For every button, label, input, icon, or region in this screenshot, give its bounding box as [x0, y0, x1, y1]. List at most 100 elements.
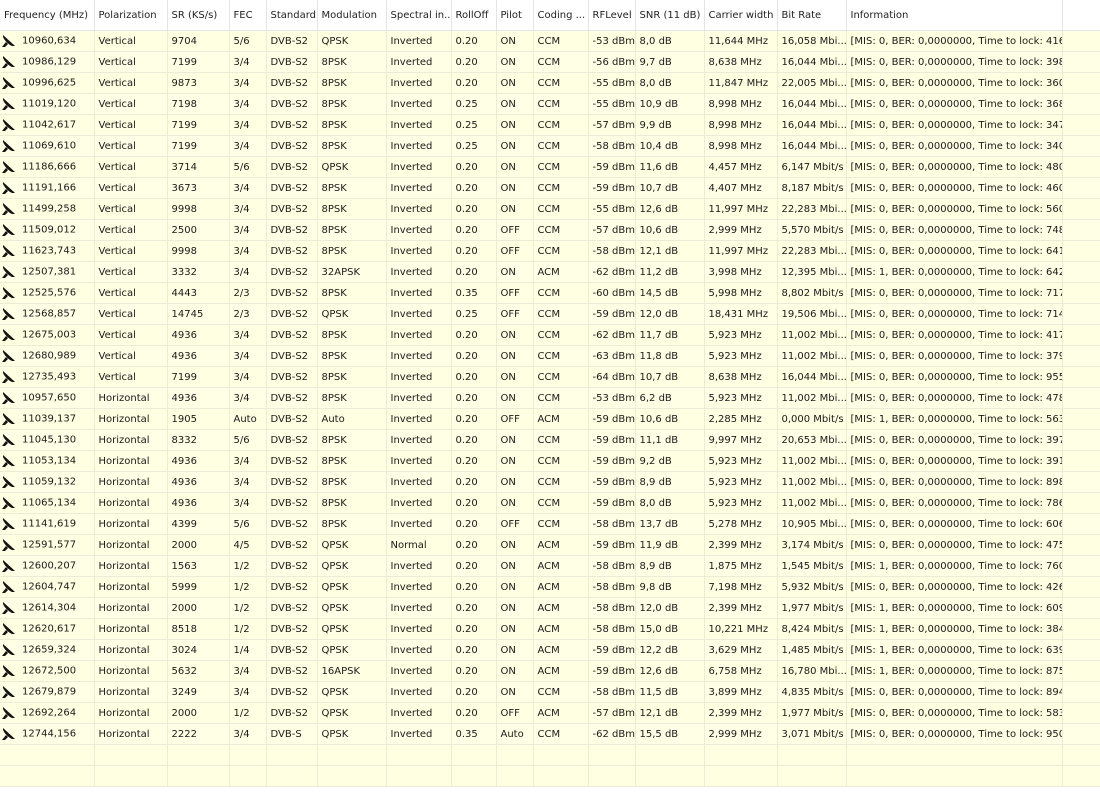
column-header[interactable]: Pilot	[496, 0, 534, 31]
satellite-dish-icon	[2, 728, 16, 740]
table-cell: 16APSK	[317, 660, 387, 682]
table-row[interactable]: 12675,003 Vertical 4936 3/4 DVB-S2 8PSK Invert…	[0, 324, 1100, 346]
table-cell: Auto	[496, 723, 534, 745]
frequency-cell: 10957,650	[0, 387, 95, 409]
table-cell: ON	[496, 429, 534, 451]
row-filler-cell	[1062, 198, 1100, 220]
table-row[interactable]: 11509,012 Vertical 2500 3/4 DVB-S2 8PSK Invert…	[0, 219, 1100, 241]
table-cell: 3,899 MHz	[704, 681, 778, 703]
table-cell: 3/4	[229, 660, 267, 682]
frequency-value: 11141,619	[22, 518, 77, 530]
table-cell: -53 dBm	[588, 30, 636, 52]
table-cell: [MIS: 0, BER: 0,0000000, Time to lock: 9…	[846, 723, 1063, 745]
column-header[interactable]: Spectral in...	[386, 0, 452, 31]
table-row[interactable]: 12672,500 Horizontal 5632 3/4 DVB-S2 16APSK In…	[0, 660, 1100, 682]
column-header[interactable]: Information	[846, 0, 1063, 31]
table-cell: 22,005 Mbi...	[777, 72, 847, 94]
table-row[interactable]: 11042,617 Vertical 7199 3/4 DVB-S2 8PSK Invert…	[0, 114, 1100, 136]
table-cell: 4936	[167, 492, 230, 514]
table-row[interactable]: 12525,576 Vertical 4443 2/3 DVB-S2 8PSK Invert…	[0, 282, 1100, 304]
table-row[interactable]: 11045,130 Horizontal 8332 5/6 DVB-S2 8PSK Inve…	[0, 429, 1100, 451]
table-cell: OFF	[496, 240, 534, 262]
table-row[interactable]: 11053,134 Horizontal 4936 3/4 DVB-S2 8PSK Inve…	[0, 450, 1100, 472]
row-filler-cell	[1062, 240, 1100, 262]
table-cell: [MIS: 0, BER: 0,0000000, Time to lock: 4…	[846, 156, 1063, 178]
table-row[interactable]: 10996,625 Vertical 9873 3/4 DVB-S2 8PSK Invert…	[0, 72, 1100, 94]
row-filler-cell	[1062, 114, 1100, 136]
table-cell: [MIS: 0, BER: 0,0000000, Time to lock: 6…	[846, 240, 1063, 262]
table-row[interactable]: 11191,166 Vertical 3673 3/4 DVB-S2 8PSK Invert…	[0, 177, 1100, 199]
table-row[interactable]: 12591,577 Horizontal 2000 4/5 DVB-S2 QPSK Norm…	[0, 534, 1100, 556]
table-row[interactable]: 12604,747 Horizontal 5999 1/2 DVB-S2 QPSK Inve…	[0, 576, 1100, 598]
row-filler-cell	[1062, 135, 1100, 157]
empty-cell	[266, 744, 318, 766]
table-row[interactable]: 12679,879 Horizontal 3249 3/4 DVB-S2 QPSK Inve…	[0, 681, 1100, 703]
table-cell: 8,9 dB	[635, 471, 705, 493]
table-row[interactable]: 11623,743 Vertical 9998 3/4 DVB-S2 8PSK Invert…	[0, 240, 1100, 262]
table-cell: 11,002 Mbi...	[777, 471, 847, 493]
table-row[interactable]: 12735,493 Vertical 7199 3/4 DVB-S2 8PSK Invert…	[0, 366, 1100, 388]
column-header[interactable]: Frequency (MHz)	[0, 0, 95, 31]
column-header[interactable]: Coding ...	[533, 0, 589, 31]
row-filler-cell	[1062, 51, 1100, 73]
table-row[interactable]: 11141,619 Horizontal 4399 5/6 DVB-S2 8PSK Inve…	[0, 513, 1100, 535]
table-row[interactable]: 11499,258 Vertical 9998 3/4 DVB-S2 8PSK Invert…	[0, 198, 1100, 220]
table-cell: Inverted	[386, 135, 452, 157]
column-header[interactable]: RFLevel	[588, 0, 636, 31]
table-row[interactable]: 12614,304 Horizontal 2000 1/2 DVB-S2 QPSK Inve…	[0, 597, 1100, 619]
table-cell: 6,758 MHz	[704, 660, 778, 682]
table-cell: ON	[496, 261, 534, 283]
table-row[interactable]: 12659,324 Horizontal 3024 1/4 DVB-S2 QPSK Inve…	[0, 639, 1100, 661]
table-row[interactable]: 12507,381 Vertical 3332 3/4 DVB-S2 32APSK Inve…	[0, 261, 1100, 283]
column-header[interactable]: SR (KS/s)	[167, 0, 230, 31]
table-cell: 8PSK	[317, 282, 387, 304]
table-cell: -59 dBm	[588, 303, 636, 325]
table-cell: Inverted	[386, 450, 452, 472]
table-row[interactable]: 12620,617 Horizontal 8518 1/2 DVB-S2 QPSK Inve…	[0, 618, 1100, 640]
table-cell: Inverted	[386, 408, 452, 430]
table-cell: -59 dBm	[588, 660, 636, 682]
column-header[interactable]: Carrier width	[704, 0, 778, 31]
table-row[interactable]: 12680,989 Vertical 4936 3/4 DVB-S2 8PSK Invert…	[0, 345, 1100, 367]
frequency-cell: 12507,381	[0, 261, 95, 283]
table-cell: 1,545 Mbit/s	[777, 555, 847, 577]
table-cell: CCM	[533, 366, 589, 388]
empty-cell	[94, 744, 168, 766]
table-cell: QPSK	[317, 618, 387, 640]
column-header[interactable]: Standard	[266, 0, 318, 31]
table-cell: 8,187 Mbit/s	[777, 177, 847, 199]
table-row[interactable]: 12600,207 Horizontal 1563 1/2 DVB-S2 QPSK Inve…	[0, 555, 1100, 577]
frequency-value: 10996,625	[22, 77, 77, 89]
column-header[interactable]: Polarization	[94, 0, 168, 31]
table-cell: 0.20	[451, 366, 497, 388]
table-cell: 5,923 MHz	[704, 471, 778, 493]
table-row[interactable]: 11059,132 Horizontal 4936 3/4 DVB-S2 8PSK Inve…	[0, 471, 1100, 493]
table-cell: -59 dBm	[588, 408, 636, 430]
table-row[interactable]: 12568,857 Vertical 14745 2/3 DVB-S2 QPSK Inver…	[0, 303, 1100, 325]
table-row[interactable]: 12744,156 Horizontal 2222 3/4 DVB-S QPSK Inver…	[0, 723, 1100, 745]
empty-cell	[588, 744, 636, 766]
table-cell: 8PSK	[317, 324, 387, 346]
table-row[interactable]: 10957,650 Horizontal 4936 3/4 DVB-S2 8PSK Inve…	[0, 387, 1100, 409]
column-header[interactable]: FEC	[229, 0, 267, 31]
frequency-value: 11623,743	[22, 245, 77, 257]
table-row[interactable]: 11069,610 Vertical 7199 3/4 DVB-S2 8PSK Invert…	[0, 135, 1100, 157]
table-row[interactable]: 10960,634 Vertical 9704 5/6 DVB-S2 QPSK Invert…	[0, 30, 1100, 52]
table-row[interactable]: 11065,134 Horizontal 4936 3/4 DVB-S2 8PSK Inve…	[0, 492, 1100, 514]
column-header[interactable]: Modulation	[317, 0, 387, 31]
table-row[interactable]: 11019,120 Vertical 7198 3/4 DVB-S2 8PSK Invert…	[0, 93, 1100, 115]
table-row[interactable]: 10986,129 Vertical 7199 3/4 DVB-S2 8PSK Invert…	[0, 51, 1100, 73]
row-filler-cell	[1062, 450, 1100, 472]
table-cell: -55 dBm	[588, 72, 636, 94]
table-row[interactable]: 11039,137 Horizontal 1905 Auto DVB-S2 Auto Inv…	[0, 408, 1100, 430]
table-row[interactable]: 11186,666 Vertical 3714 5/6 DVB-S2 QPSK Invert…	[0, 156, 1100, 178]
table-cell: 10,221 MHz	[704, 618, 778, 640]
table-row[interactable]: 12692,264 Horizontal 2000 1/2 DVB-S2 QPSK Inve…	[0, 702, 1100, 724]
table-cell: -56 dBm	[588, 51, 636, 73]
table-cell: -57 dBm	[588, 702, 636, 724]
column-header[interactable]: RollOff	[451, 0, 497, 31]
column-header[interactable]: SNR (11 dB)	[635, 0, 705, 31]
table-cell: 2500	[167, 219, 230, 241]
table-cell: 0,000 Mbit/s	[777, 408, 847, 430]
column-header[interactable]: Bit Rate	[777, 0, 847, 31]
